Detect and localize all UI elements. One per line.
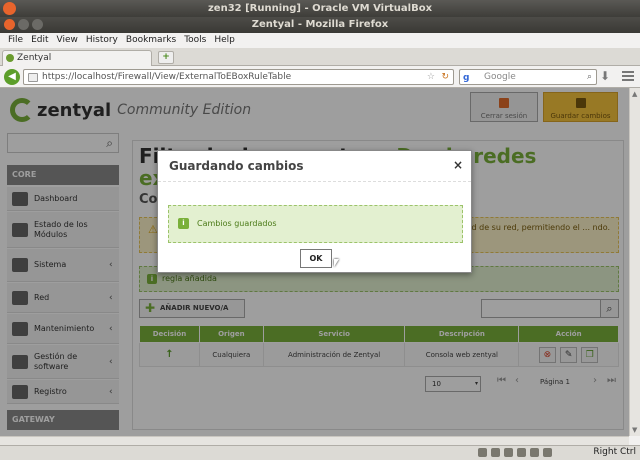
- mouse-cursor-icon: [334, 259, 339, 267]
- menu-view[interactable]: View: [53, 33, 82, 48]
- site-identity-icon[interactable]: [28, 73, 38, 82]
- url-bar[interactable]: https://localhost/Firewall/View/External…: [23, 69, 454, 85]
- horizontal-scrollbar[interactable]: [0, 436, 629, 445]
- hdd-icon[interactable]: [478, 448, 487, 457]
- cd-icon[interactable]: [491, 448, 500, 457]
- page-viewport: zentyal Community Edition Cerrar sesión …: [0, 88, 629, 436]
- url-text: https://localhost/Firewall/View/External…: [42, 72, 292, 82]
- menu-tools[interactable]: Tools: [180, 33, 210, 48]
- capture-icon[interactable]: [543, 448, 552, 457]
- hamburger-menu-icon[interactable]: [622, 69, 634, 83]
- dialog-message: Cambios guardados: [197, 219, 277, 228]
- window-controls: [4, 19, 43, 30]
- downloads-icon[interactable]: ⬇: [600, 69, 610, 83]
- minimize-window-icon[interactable]: [18, 19, 29, 30]
- menu-file[interactable]: File: [4, 33, 27, 48]
- firefox-titlebar: Zentyal - Mozilla Firefox: [0, 17, 640, 33]
- close-icon[interactable]: ×: [453, 158, 463, 172]
- scroll-down-icon[interactable]: ▼: [632, 426, 637, 434]
- search-placeholder: Google: [484, 72, 516, 82]
- navigation-toolbar: ◀ https://localhost/Firewall/View/Extern…: [0, 66, 640, 88]
- new-tab-button[interactable]: +: [158, 51, 174, 64]
- ok-button[interactable]: OK: [300, 249, 332, 268]
- reload-icon[interactable]: ↻: [441, 70, 449, 84]
- menubar: File Edit View History Bookmarks Tools H…: [0, 33, 640, 48]
- dialog-title: Guardando cambios: [158, 151, 471, 182]
- zentyal-favicon-icon: [6, 54, 14, 62]
- vbox-titlebar: zen32 [Running] - Oracle VM VirtualBox: [0, 0, 640, 17]
- dialog-success-message: i Cambios guardados: [168, 205, 463, 243]
- maximize-window-icon[interactable]: [32, 19, 43, 30]
- vbox-statusbar: Right Ctrl: [0, 445, 640, 460]
- menu-help[interactable]: Help: [210, 33, 239, 48]
- vbox-title: zen32 [Running] - Oracle VM VirtualBox: [207, 3, 433, 14]
- scroll-up-icon[interactable]: ▲: [632, 90, 637, 98]
- status-icons: [478, 448, 552, 457]
- network-adapter-icon[interactable]: [517, 448, 526, 457]
- tab-zentyal[interactable]: Zentyal: [2, 50, 152, 66]
- shared-folder-icon[interactable]: [530, 448, 539, 457]
- menu-edit[interactable]: Edit: [27, 33, 52, 48]
- tab-bar: Zentyal +: [0, 48, 640, 66]
- back-button[interactable]: ◀: [4, 69, 20, 85]
- search-engine-icon[interactable]: g: [463, 71, 469, 85]
- saving-changes-dialog: Guardando cambios × i Cambios guardados …: [157, 150, 472, 273]
- firefox-title: Zentyal - Mozilla Firefox: [251, 19, 389, 30]
- info-icon: i: [178, 218, 189, 229]
- menu-history[interactable]: History: [82, 33, 122, 48]
- menu-bookmarks[interactable]: Bookmarks: [122, 33, 180, 48]
- firefox-icon: [3, 2, 16, 15]
- usb-icon[interactable]: [504, 448, 513, 457]
- vertical-scrollbar[interactable]: ▲ ▼: [629, 88, 640, 436]
- tab-label: Zentyal: [17, 53, 52, 63]
- close-window-icon[interactable]: [4, 19, 15, 30]
- bookmark-star-icon[interactable]: ☆: [427, 70, 435, 84]
- search-icon[interactable]: ⌕: [587, 70, 592, 84]
- host-key-label: Right Ctrl: [593, 447, 636, 457]
- search-bar[interactable]: g Google ⌕: [459, 69, 597, 85]
